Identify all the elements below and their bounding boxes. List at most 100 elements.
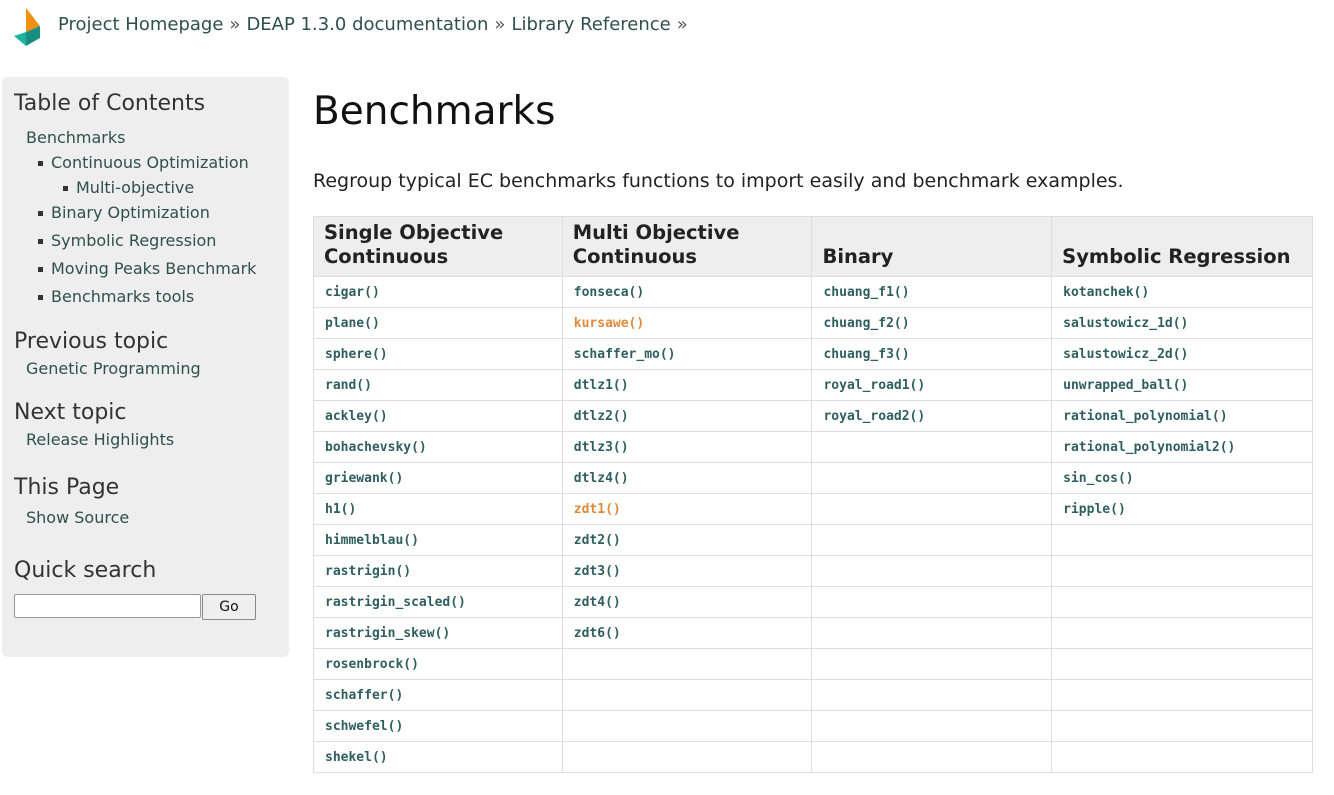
table-cell[interactable]: schaffer_mo() <box>561 338 813 370</box>
table-cell[interactable]: dtlz1() <box>561 369 813 401</box>
show-source-link[interactable]: Show Source <box>26 508 129 527</box>
search-go-button[interactable]: Go <box>202 594 256 620</box>
table-cell[interactable]: kotanchek() <box>1051 276 1313 308</box>
toc-item-benchmarks: Benchmarks Continuous Optimization Multi… <box>26 127 277 311</box>
table-cell[interactable]: rastrigin_skew() <box>313 617 563 649</box>
table-cell[interactable]: schaffer() <box>313 679 563 711</box>
table-cell[interactable]: zdt2() <box>561 524 813 556</box>
table-cell <box>561 679 813 711</box>
table-cell[interactable]: chuang_f3() <box>811 338 1053 370</box>
table-cell <box>811 555 1053 587</box>
main-content: Benchmarks Regroup typical EC benchmarks… <box>313 88 1313 193</box>
toc-item-multi-objective: Multi-objective <box>63 177 277 199</box>
table-cell <box>811 493 1053 525</box>
breadcrumb-library-reference[interactable]: Library Reference <box>511 14 670 35</box>
table-row: rastrigin_scaled() zdt4() <box>313 586 1313 618</box>
table-cell <box>1051 741 1313 773</box>
header-binary: Binary <box>811 216 1053 277</box>
intro-text: Regroup typical EC benchmarks functions … <box>313 170 1124 192</box>
table-cell[interactable]: zdt4() <box>561 586 813 618</box>
table-cell <box>561 710 813 742</box>
table-cell <box>561 648 813 680</box>
table-cell[interactable]: zdt6() <box>561 617 813 649</box>
toc-item-symbolic-regression: Symbolic Regression <box>38 227 277 255</box>
toc-link-moving-peaks[interactable]: Moving Peaks Benchmark <box>51 259 256 278</box>
table-cell[interactable]: fonseca() <box>561 276 813 308</box>
table-cell[interactable]: salustowicz_1d() <box>1051 307 1313 339</box>
table-cell[interactable]: royal_road2() <box>811 400 1053 432</box>
table-cell <box>561 741 813 773</box>
table-row: ackley() dtlz2() royal_road2() rational_pol… <box>313 400 1313 432</box>
toc-link-multi-objective[interactable]: Multi-objective <box>76 178 194 197</box>
table-row: h1() zdt1() ripple() <box>313 493 1313 525</box>
table-cell[interactable]: himmelblau() <box>313 524 563 556</box>
quick-search-title: Quick search <box>14 558 157 583</box>
breadcrumb-separator: » <box>229 14 241 35</box>
table-row: bohachevsky() dtlz3() rational_polynomial2… <box>313 431 1313 463</box>
table-cell[interactable]: shekel() <box>313 741 563 773</box>
table-cell[interactable]: dtlz3() <box>561 431 813 463</box>
table-cell[interactable]: zdt3() <box>561 555 813 587</box>
table-row: schaffer() <box>313 679 1313 711</box>
table-cell[interactable]: rastrigin_scaled() <box>313 586 563 618</box>
previous-topic-link[interactable]: Genetic Programming <box>26 359 201 378</box>
table-cell <box>1051 679 1313 711</box>
table-cell[interactable]: cigar() <box>313 276 563 308</box>
table-cell[interactable]: dtlz2() <box>561 400 813 432</box>
breadcrumb-deap-docs[interactable]: DEAP 1.3.0 documentation <box>246 14 488 35</box>
table-cell[interactable]: rand() <box>313 369 563 401</box>
table-cell[interactable]: chuang_f2() <box>811 307 1053 339</box>
table-cell[interactable]: kursawe() <box>561 307 813 339</box>
table-cell <box>811 679 1053 711</box>
table-cell[interactable]: ripple() <box>1051 493 1313 525</box>
table-cell[interactable]: sphere() <box>313 338 563 370</box>
table-cell <box>811 524 1053 556</box>
page-title: Benchmarks <box>313 89 556 134</box>
search-form: Go <box>14 594 277 620</box>
table-cell[interactable]: salustowicz_2d() <box>1051 338 1313 370</box>
previous-topic-title: Previous topic <box>14 329 169 354</box>
search-input[interactable] <box>14 594 201 618</box>
table-cell[interactable]: chuang_f1() <box>811 276 1053 308</box>
next-topic-link[interactable]: Release Highlights <box>26 430 174 449</box>
table-cell[interactable]: rosenbrock() <box>313 648 563 680</box>
table-cell[interactable]: royal_road1() <box>811 369 1053 401</box>
table-row: shekel() <box>313 741 1313 773</box>
toc-link-symbolic-regression[interactable]: Symbolic Regression <box>51 231 216 250</box>
header: Project Homepage» DEAP 1.3.0 documentatio… <box>0 0 1334 60</box>
toc-item-moving-peaks: Moving Peaks Benchmark <box>38 255 277 283</box>
table-cell <box>811 462 1053 494</box>
table-cell[interactable]: dtlz4() <box>561 462 813 494</box>
table-cell <box>811 710 1053 742</box>
breadcrumb: Project Homepage» DEAP 1.3.0 documentatio… <box>58 14 694 35</box>
this-page-title: This Page <box>14 475 120 500</box>
table-cell[interactable]: unwrapped_ball() <box>1051 369 1313 401</box>
deap-logo-icon[interactable] <box>12 8 44 48</box>
table-cell[interactable]: schwefel() <box>313 710 563 742</box>
breadcrumb-project-homepage[interactable]: Project Homepage <box>58 14 223 35</box>
table-row: rastrigin_skew() zdt6() <box>313 617 1313 649</box>
table-cell[interactable]: zdt1() <box>561 493 813 525</box>
table-cell <box>1051 617 1313 649</box>
table-cell[interactable]: bohachevsky() <box>313 431 563 463</box>
table-cell[interactable]: plane() <box>313 307 563 339</box>
breadcrumb-separator: » <box>676 14 688 35</box>
table-cell[interactable]: h1() <box>313 493 563 525</box>
toc-link-continuous-optimization[interactable]: Continuous Optimization <box>51 153 249 172</box>
toc-item-benchmarks-tools: Benchmarks tools <box>38 283 277 311</box>
table-body: cigar() fonseca() chuang_f1() kotanchek() pl… <box>313 276 1313 773</box>
header-multi-objective: Multi Objective Continuous <box>561 216 813 277</box>
table-cell[interactable]: ackley() <box>313 400 563 432</box>
table-cell[interactable]: rastrigin() <box>313 555 563 587</box>
table-cell[interactable]: rational_polynomial2() <box>1051 431 1313 463</box>
table-cell[interactable]: sin_cos() <box>1051 462 1313 494</box>
table-cell[interactable]: griewank() <box>313 462 563 494</box>
toc-link-binary-optimization[interactable]: Binary Optimization <box>51 203 210 222</box>
table-row: griewank() dtlz4() sin_cos() <box>313 462 1313 494</box>
toc-link-benchmarks[interactable]: Benchmarks <box>26 128 125 147</box>
table-header-row: Single Objective Continuous Multi Object… <box>313 216 1313 277</box>
toc-link-benchmarks-tools[interactable]: Benchmarks tools <box>51 287 194 306</box>
table-cell[interactable]: rational_polynomial() <box>1051 400 1313 432</box>
table-cell <box>811 431 1053 463</box>
sidebar: Table of Contents Benchmarks Continuous … <box>2 77 289 657</box>
